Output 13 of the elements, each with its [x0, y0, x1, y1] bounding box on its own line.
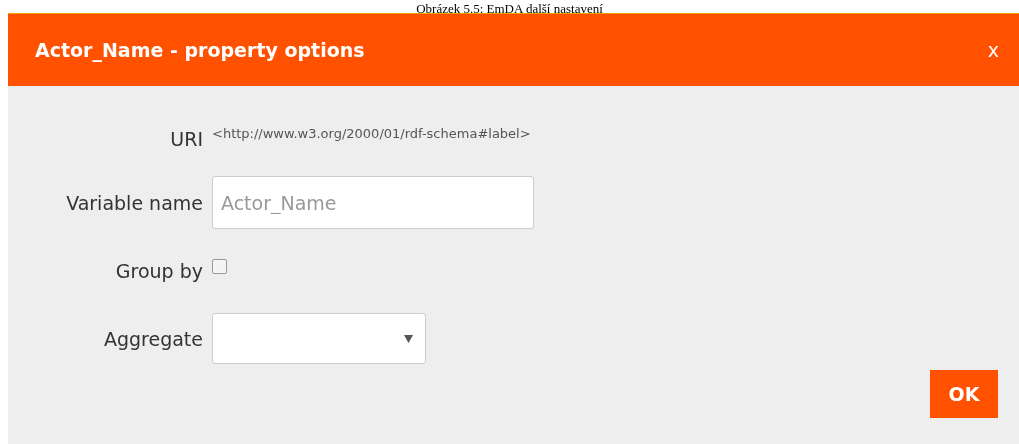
field-label: Variable name: [65, 191, 203, 214]
field-label: Group by: [114, 260, 203, 282]
close-button[interactable]: x: [985, 39, 1001, 61]
caret-icon: [404, 334, 413, 343]
field-label: Aggregate: [102, 327, 203, 350]
variable-name-field[interactable]: Actor_Name: [212, 176, 534, 229]
aggregate-dropdown[interactable]: [212, 313, 426, 364]
group-by-checkbox[interactable]: [212, 258, 227, 274]
uri-value: <http://www.w3.org/2000/01/rdf-schema#label>: [212, 125, 531, 141]
dialog-title: Actor_Name - property options: [35, 39, 365, 61]
figure-caption: Obrázek 5.5: EmDA další nastavení: [416, 1, 603, 16]
field-label: URI: [169, 128, 203, 150]
ok-button[interactable]: OK: [930, 370, 998, 418]
